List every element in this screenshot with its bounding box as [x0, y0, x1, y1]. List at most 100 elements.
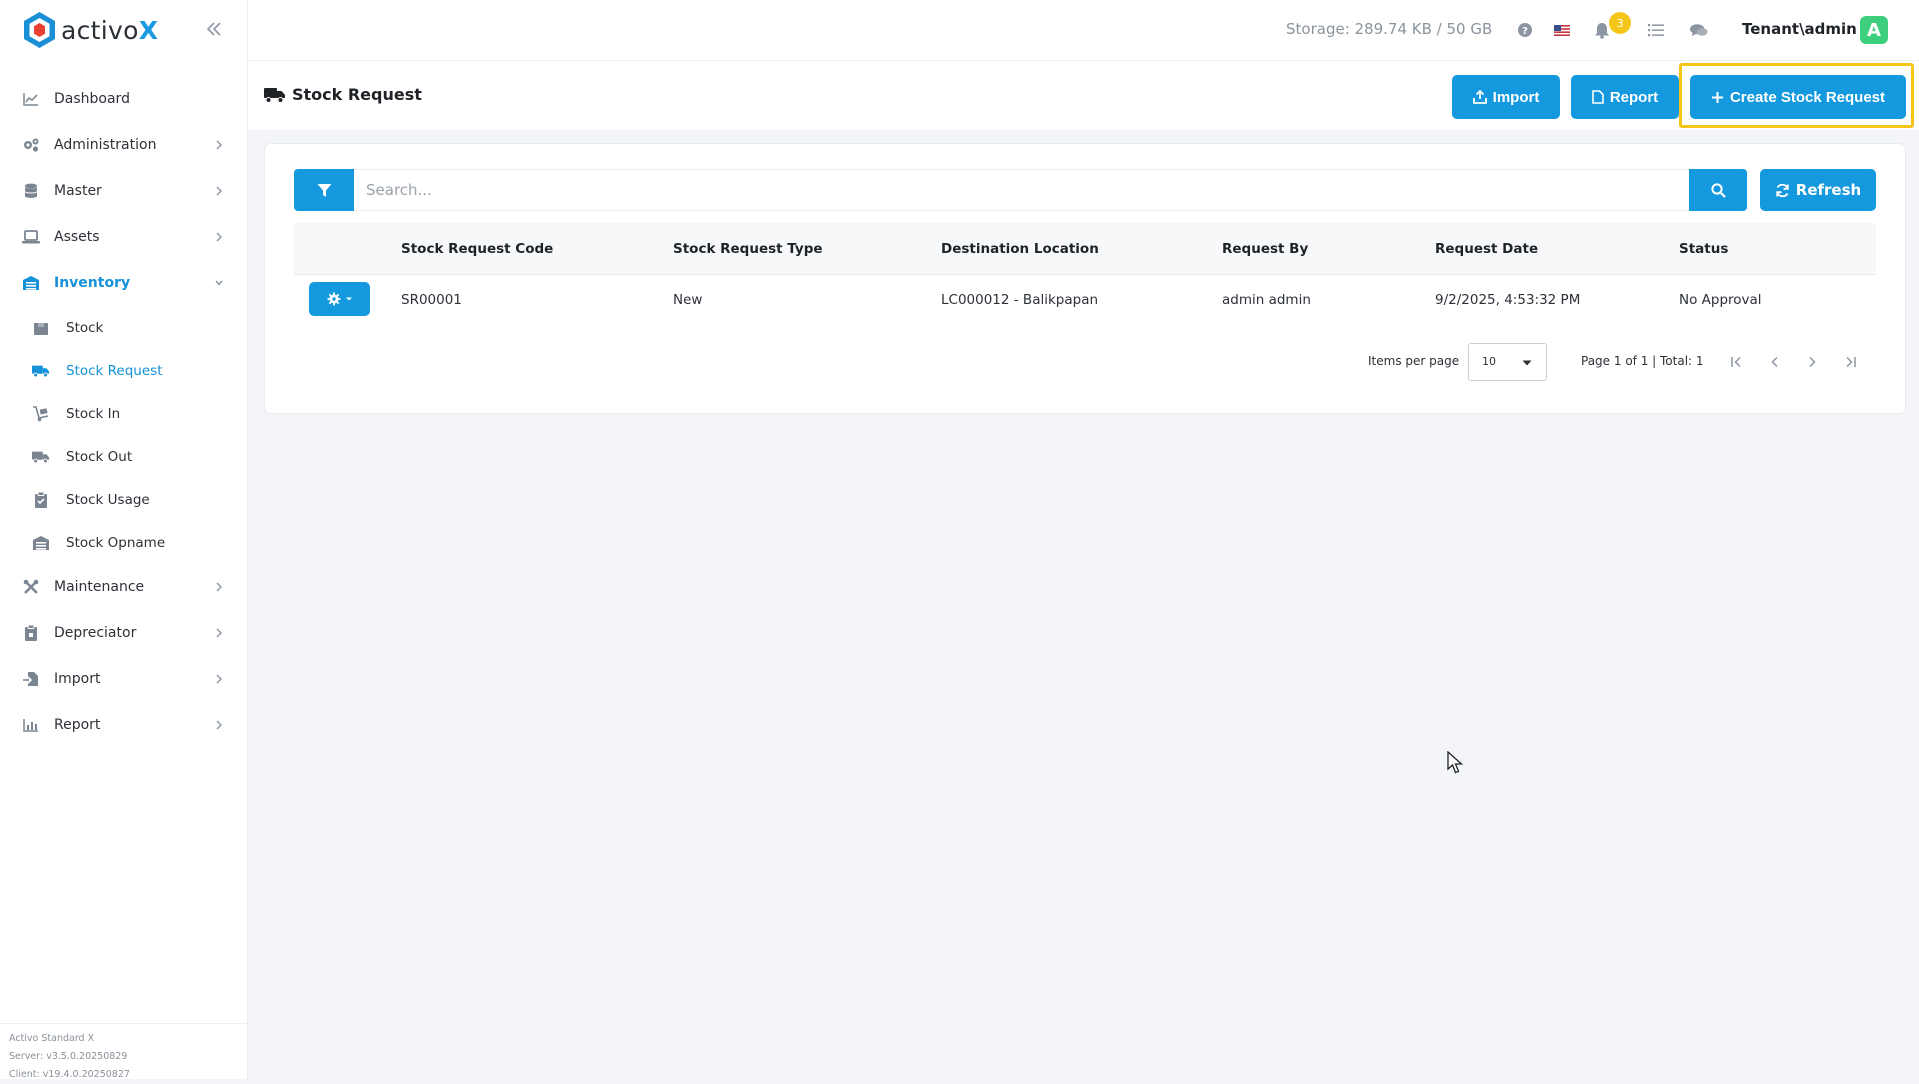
- pagination-summary: Page 1 of 1 | Total: 1: [1581, 354, 1704, 368]
- bar-chart-icon: [22, 716, 40, 734]
- cell-request-date: 9/2/2025, 4:53:32 PM: [1435, 292, 1580, 308]
- sidebar-item-inventory[interactable]: Inventory: [0, 260, 248, 306]
- topbar: Storage: 289.74 KB / 50 GB ? 3 Tenant\ad…: [248, 0, 1919, 61]
- truck-loading-icon: [32, 448, 50, 466]
- page-title: Stock Request: [292, 85, 422, 104]
- task-list-icon[interactable]: [1647, 21, 1665, 39]
- create-button-label: Create Stock Request: [1730, 89, 1885, 106]
- cell-destination: LC000012 - Balikpapan: [941, 292, 1098, 308]
- next-page-icon[interactable]: [1802, 352, 1822, 372]
- sidebar-item-label: Stock Opname: [66, 535, 165, 551]
- cell-type: New: [673, 292, 702, 308]
- app-logo[interactable]: activoX: [22, 10, 158, 50]
- sidebar-subitem-stock-opname[interactable]: Stock Opname: [0, 521, 248, 564]
- help-icon[interactable]: ?: [1516, 21, 1534, 39]
- items-per-page-label: Items per page: [1368, 354, 1459, 368]
- sidebar-subitem-stock-request[interactable]: Stock Request: [0, 349, 248, 392]
- sidebar-item-import[interactable]: Import: [0, 656, 248, 702]
- sidebar-item-label: Stock Usage: [66, 492, 150, 508]
- report-button[interactable]: Report: [1571, 75, 1679, 119]
- us-flag-icon[interactable]: [1553, 21, 1571, 39]
- plus-icon: [1711, 91, 1724, 104]
- sidebar-item-label: Stock: [66, 320, 103, 336]
- cell-code: SR00001: [401, 292, 462, 308]
- notification-badge: 3: [1609, 12, 1631, 34]
- chevron-down-icon: [214, 277, 224, 289]
- last-page-icon[interactable]: [1840, 352, 1860, 372]
- search-icon: [1711, 183, 1726, 198]
- refresh-button[interactable]: Refresh: [1760, 169, 1876, 211]
- items-per-page-select[interactable]: 10: [1468, 343, 1547, 381]
- stock-request-card: Refresh Stock Request Code Stock Request…: [264, 143, 1906, 414]
- report-button-label: Report: [1610, 89, 1658, 106]
- sidebar-subitem-stock-out[interactable]: Stock Out: [0, 435, 248, 478]
- current-user[interactable]: Tenant\admin: [1742, 20, 1857, 38]
- table-row[interactable]: SR00001 New LC000012 - Balikpapan admin …: [294, 275, 1876, 323]
- sidebar-item-label: Stock Out: [66, 449, 132, 465]
- laptop-icon: [22, 228, 40, 246]
- filter-button[interactable]: [294, 169, 354, 211]
- column-header[interactable]: Destination Location: [941, 241, 1099, 257]
- cell-status: No Approval: [1679, 292, 1762, 308]
- search-input[interactable]: [354, 169, 1689, 211]
- svg-text:?: ?: [1522, 26, 1528, 37]
- chat-icon[interactable]: [1690, 21, 1708, 39]
- previous-page-icon[interactable]: [1765, 352, 1785, 372]
- caret-down-icon: [345, 296, 353, 302]
- page-header: Stock Request Import Report Create Stock…: [248, 61, 1919, 130]
- row-action-button[interactable]: [309, 282, 370, 316]
- chart-line-icon: [22, 90, 40, 108]
- sidebar-item-label: Maintenance: [54, 579, 144, 595]
- truck-icon: [264, 86, 286, 104]
- clipboard-check-icon: [32, 491, 50, 509]
- refresh-button-label: Refresh: [1796, 181, 1861, 199]
- cogs-icon: [22, 136, 40, 154]
- collapse-sidebar-icon[interactable]: [204, 18, 224, 40]
- sidebar-item-label: Depreciator: [54, 625, 136, 641]
- server-version: Server: v3.5.0.20250829: [9, 1048, 248, 1066]
- create-stock-request-button[interactable]: Create Stock Request: [1690, 75, 1906, 119]
- file-import-icon: [22, 670, 40, 688]
- warehouse-icon: [32, 534, 50, 552]
- caret-down-icon: [1522, 360, 1532, 366]
- sidebar-subitem-stock-usage[interactable]: Stock Usage: [0, 478, 248, 521]
- column-header[interactable]: Request By: [1222, 241, 1308, 257]
- sidebar-subitem-stock[interactable]: Stock: [0, 306, 248, 349]
- sidebar-item-label: Master: [54, 183, 102, 199]
- table-header: Stock Request Code Stock Request Type De…: [294, 223, 1876, 275]
- chevron-right-icon: [214, 581, 224, 593]
- truck-icon: [32, 362, 50, 380]
- sidebar: activoX Dashboard Administration Master …: [0, 0, 248, 1079]
- sidebar-item-depreciator[interactable]: Depreciator: [0, 610, 248, 656]
- column-header[interactable]: Stock Request Code: [401, 241, 553, 257]
- database-icon: [22, 182, 40, 200]
- file-icon: [1592, 90, 1604, 104]
- sidebar-item-report[interactable]: Report: [0, 702, 248, 748]
- chevron-right-icon: [214, 231, 224, 243]
- first-page-icon[interactable]: [1727, 352, 1747, 372]
- mouse-cursor-icon: [1447, 751, 1465, 775]
- items-per-page-value: 10: [1482, 355, 1496, 368]
- sidebar-item-label: Administration: [54, 137, 156, 153]
- chevron-right-icon: [214, 185, 224, 197]
- sidebar-item-master[interactable]: Master: [0, 168, 248, 214]
- chevron-right-icon: [214, 673, 224, 685]
- import-button[interactable]: Import: [1452, 75, 1560, 119]
- column-header[interactable]: Stock Request Type: [673, 241, 823, 257]
- sidebar-nav: Dashboard Administration Master Assets I…: [0, 76, 248, 748]
- avatar[interactable]: A: [1860, 16, 1888, 44]
- refresh-icon: [1775, 183, 1790, 198]
- client-version: Client: v19.4.0.20250827: [9, 1066, 248, 1084]
- cell-request-by: admin admin: [1222, 292, 1311, 308]
- column-header[interactable]: Request Date: [1435, 241, 1538, 257]
- product-name: Activo Standard X: [9, 1030, 248, 1048]
- column-header[interactable]: Status: [1679, 241, 1728, 257]
- warehouse-icon: [22, 274, 40, 292]
- sidebar-item-dashboard[interactable]: Dashboard: [0, 76, 248, 122]
- search-button[interactable]: [1689, 169, 1747, 211]
- sidebar-subitem-stock-in[interactable]: Stock In: [0, 392, 248, 435]
- sidebar-item-assets[interactable]: Assets: [0, 214, 248, 260]
- sidebar-item-maintenance[interactable]: Maintenance: [0, 564, 248, 610]
- sidebar-item-administration[interactable]: Administration: [0, 122, 248, 168]
- sidebar-item-label: Stock Request: [66, 363, 163, 379]
